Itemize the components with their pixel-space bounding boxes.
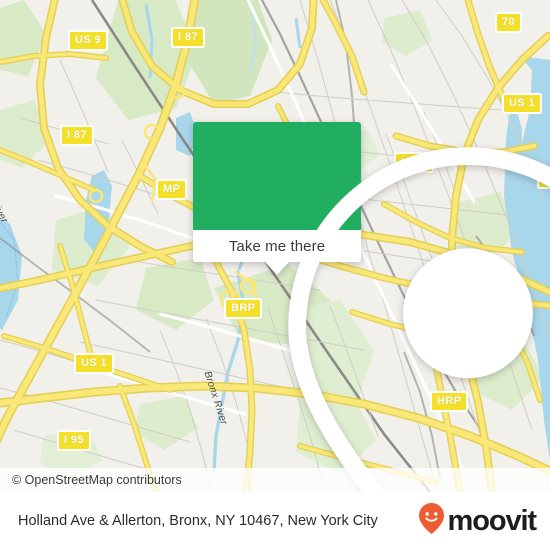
road-shield: MP [156, 179, 188, 200]
map-screenshot: US 9I 8770US 1I 87US 1MPHRBRPI 95US 1HRP… [0, 0, 550, 550]
map-canvas[interactable]: US 9I 8770US 1I 87US 1MPHRBRPI 95US 1HRP… [0, 0, 550, 492]
callout-icon-panel [193, 122, 550, 492]
moovit-logo[interactable]: moovit [418, 502, 538, 540]
road-shield: US 1 [74, 353, 115, 374]
moovit-pin-icon [418, 502, 445, 540]
callout-action-bar[interactable]: Take me there [193, 230, 361, 275]
take-me-there-label: Take me there [228, 237, 326, 255]
location-callout-card[interactable]: Take me there [193, 122, 550, 492]
address-text: Holland Ave & Allerton, Bronx, NY 10467,… [18, 512, 378, 529]
moovit-wordmark: moovit [447, 504, 538, 537]
road-shield: 70 [495, 12, 523, 33]
callout-pointer-tail [265, 262, 289, 275]
osm-attribution[interactable]: © OpenStreetMap contributors [0, 468, 550, 492]
road-shield: US 1 [502, 93, 543, 114]
road-shield: I 87 [171, 27, 205, 48]
footer-bar: Holland Ave & Allerton, Bronx, NY 10467,… [0, 492, 550, 550]
road-shield: I 87 [60, 125, 94, 146]
road-shield: I 95 [57, 430, 91, 451]
road-shield: US 9 [68, 30, 109, 51]
